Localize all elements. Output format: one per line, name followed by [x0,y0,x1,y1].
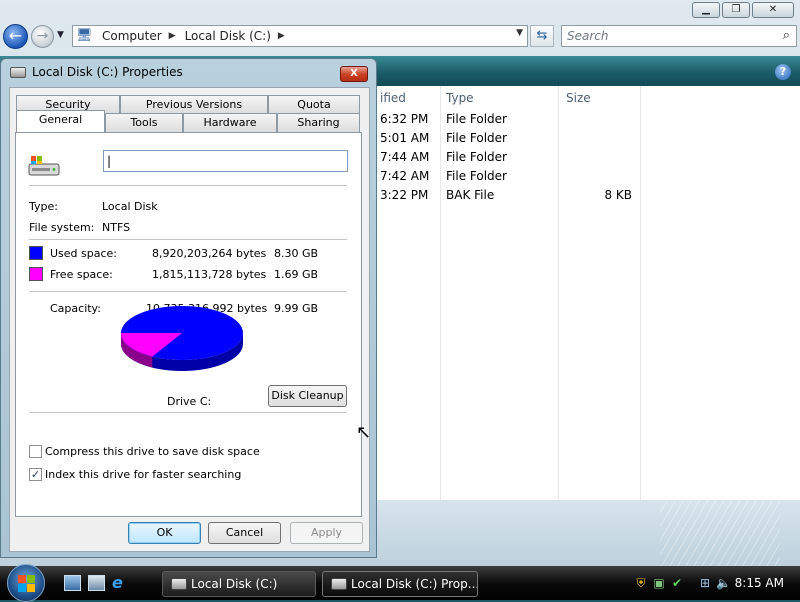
drive-icon [10,66,26,78]
switch-windows-icon[interactable] [88,575,105,591]
index-checkbox[interactable]: ✓ [29,468,42,481]
apply-button[interactable]: Apply [290,522,363,544]
taskbar-button-label: Local Disk (C:) [191,577,278,591]
separator [29,185,347,186]
properties-dialog: Local Disk (C:) Properties X Security Pr… [0,58,377,558]
separator [29,291,347,292]
maximize-button[interactable]: ❐ [722,2,750,18]
tab-hardware[interactable]: Hardware [183,113,277,132]
dialog-title: Local Disk (C:) Properties [32,65,183,79]
column-header-type[interactable]: Type [446,91,474,105]
cancel-button[interactable]: Cancel [208,522,281,544]
file-type: File Folder [446,150,507,164]
windows-logo-icon [18,575,35,592]
taskbar-button-label: Local Disk (C:) Prop... [351,577,478,591]
tab-general[interactable]: General [16,110,105,132]
forward-button[interactable]: → [31,25,54,48]
file-modified: 6:32 PM [380,112,429,126]
column-header-modified[interactable]: ified [380,91,406,105]
start-button[interactable] [7,564,45,602]
disk-cleanup-button[interactable]: Disk Cleanup [268,385,347,407]
recent-pages-dropdown[interactable]: ▼ [57,30,64,40]
decorative-swoosh [660,500,780,566]
minimize-button[interactable]: ▁ [692,2,720,18]
file-type: File Folder [446,131,507,145]
refresh-button[interactable]: ⇆ [530,25,554,47]
computer-icon: 🖥 [76,28,93,43]
help-icon[interactable]: ? [775,64,791,80]
type-label: Type: [29,200,58,213]
volume-muted-icon[interactable]: 🔈 [716,576,731,590]
tab-sharing[interactable]: Sharing [277,113,360,132]
used-space-swatch [29,246,43,260]
breadcrumb-local-disk[interactable]: Local Disk (C:) [185,29,271,43]
drive-icon [171,578,187,590]
close-button[interactable]: ✕ [752,2,794,18]
filesystem-value: NTFS [102,221,131,234]
free-space-bytes: 1,815,113,728 bytes [152,268,267,281]
taskbar: e Local Disk (C:) Local Disk (C:) Prop..… [0,564,800,602]
network-connection-icon[interactable]: ⊞ [698,576,712,590]
checkmark-icon[interactable]: ✔ [670,576,684,590]
used-space-gb: 8.30 GB [274,247,319,260]
column-header-size[interactable]: Size [566,91,591,105]
separator [29,239,347,240]
compress-checkbox[interactable] [29,445,42,458]
taskbar-button-local-disk[interactable]: Local Disk (C:) [162,571,316,597]
file-modified: 7:42 AM [380,169,430,183]
search-icon[interactable]: ⌕ [783,26,790,46]
file-type: File Folder [446,169,507,183]
used-space-bytes: 8,920,203,264 bytes [152,247,267,260]
free-space-gb: 1.69 GB [274,268,319,281]
index-label[interactable]: Index this drive for faster searching [45,468,241,481]
file-modified: 5:01 AM [380,131,430,145]
separator [29,412,347,413]
dialog-titlebar: Local Disk (C:) Properties [10,65,183,79]
free-space-swatch [29,267,43,281]
taskbar-button-properties[interactable]: Local Disk (C:) Prop... [322,571,478,597]
dialog-close-button[interactable]: X [340,66,368,82]
address-dropdown-icon[interactable]: ▼ [516,28,523,38]
address-bar[interactable]: 🖥 Computer ▶ Local Disk (C:) ▶ ▼ [72,25,528,47]
drive-icon [331,578,347,590]
back-button[interactable]: ← [3,24,28,49]
tab-tools[interactable]: Tools [105,113,183,132]
general-tab-panel: | Type: Local Disk File system: NTFS Use… [15,132,362,517]
search-input[interactable]: Search ⌕ [561,25,797,47]
breadcrumb-arrow-icon[interactable]: ▶ [278,31,285,41]
file-type: File Folder [446,112,507,126]
tab-previous-versions[interactable]: Previous Versions [120,95,268,114]
filesystem-label: File system: [29,221,95,234]
file-modified: 3:22 PM [380,188,429,202]
window-controls: ▁ ❐ ✕ [692,2,794,18]
mouse-cursor-icon: ↖ [356,422,372,443]
ok-button[interactable]: OK [128,522,201,544]
dialog-body: Security Previous Versions Quota General… [9,87,370,552]
disk-usage-pie-chart [121,306,243,371]
security-shield-icon[interactable]: ⛨ [634,576,648,590]
capacity-gb: 9.99 GB [274,302,319,315]
tab-quota[interactable]: Quota [268,95,360,114]
search-placeholder: Search [567,29,609,43]
free-space-label: Free space: [50,268,113,281]
file-modified: 7:44 AM [380,150,430,164]
file-size: 8 KB [604,188,632,202]
capacity-label: Capacity: [50,302,101,315]
network-icon[interactable]: ▣ [652,576,666,590]
clock[interactable]: 8:15 AM [735,576,784,590]
local-disk-icon [28,156,60,176]
show-desktop-icon[interactable] [64,575,81,591]
internet-explorer-icon[interactable]: e [112,575,129,591]
type-value: Local Disk [102,200,158,213]
file-type: BAK File [446,188,495,202]
compress-label[interactable]: Compress this drive to save disk space [45,445,260,458]
drive-label: Drive C: [167,395,212,408]
navigation-bar: ← → ▼ 🖥 Computer ▶ Local Disk (C:) ▶ ▼ ⇆… [0,22,800,50]
breadcrumb-arrow-icon[interactable]: ▶ [169,31,176,41]
drive-name-input[interactable]: | [103,150,348,172]
breadcrumb-computer[interactable]: Computer [102,29,162,43]
used-space-label: Used space: [50,247,118,260]
